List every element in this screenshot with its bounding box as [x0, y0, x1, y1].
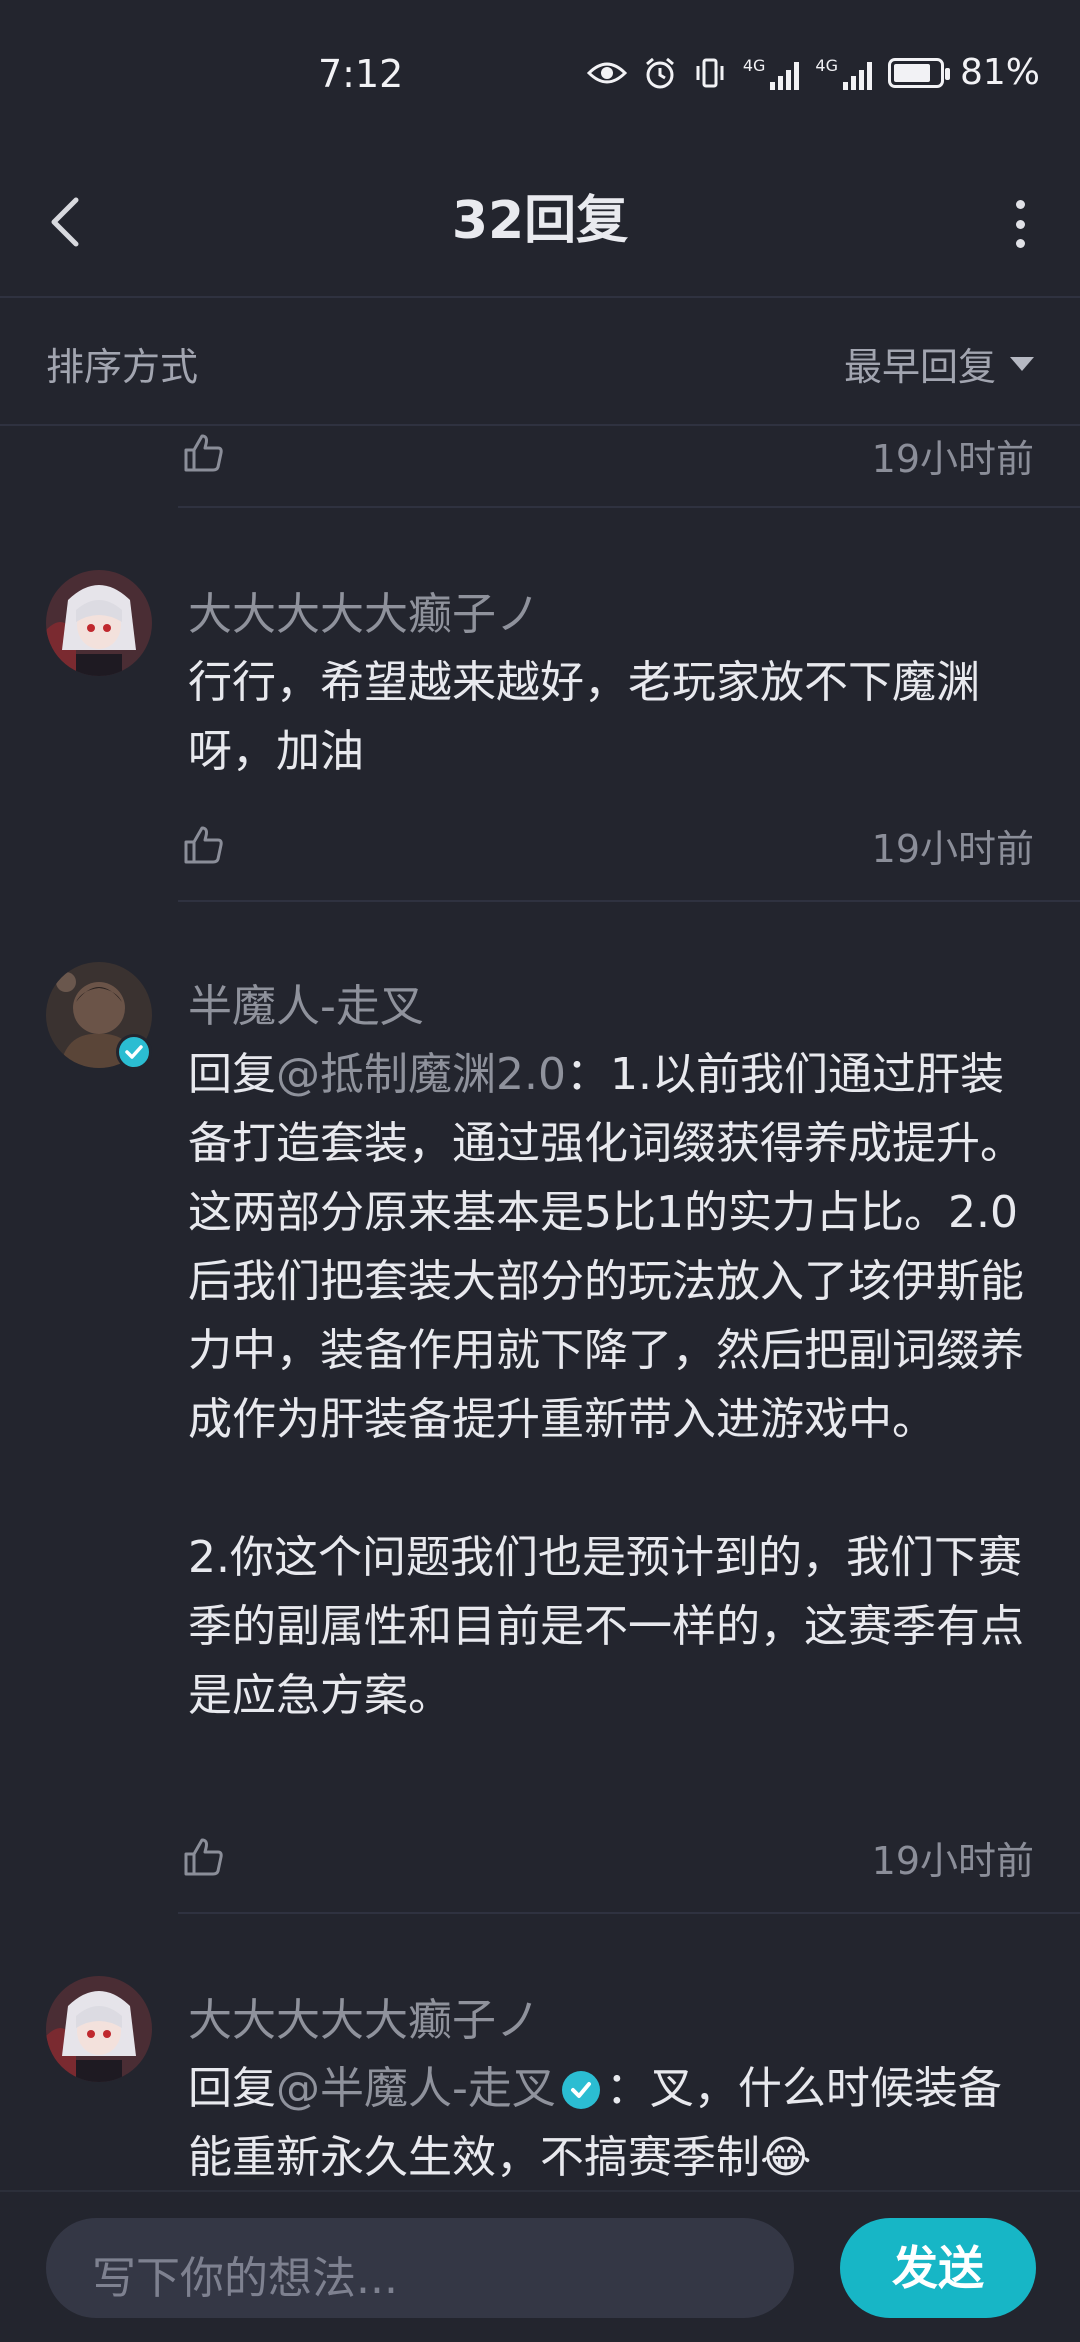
- thumbs-up-icon[interactable]: [182, 430, 226, 474]
- comment-username[interactable]: 大大大大大癫子ノ: [188, 578, 540, 642]
- divider: [178, 1912, 1080, 1914]
- comment-footer-partial: 19小时前: [0, 426, 1080, 506]
- comment-time: 19小时前: [871, 1839, 1034, 1883]
- battery-level: [893, 63, 930, 82]
- send-button[interactable]: 发送: [840, 2218, 1036, 2318]
- caret-down-icon: [1010, 356, 1034, 371]
- network-type-1: 4G: [742, 55, 766, 75]
- alarm-icon: [645, 57, 674, 88]
- comment-item: 大大大大大癫子ノ 回复@半魔人-走叉 ：叉，什么时候装备能重新永久生效，不搞赛季制…: [0, 1966, 1080, 2190]
- cell-signal-2-icon: 4G: [815, 56, 872, 90]
- verified-badge-icon: [561, 2071, 600, 2109]
- divider: [178, 506, 1080, 508]
- verified-badge-icon: [116, 1034, 152, 1070]
- mention-link[interactable]: @半魔人-走叉: [276, 2063, 556, 2114]
- comment-text-paragraph-2: 2.你这个问题我们也是预计到的，我们下赛季的副属性和目前是不一样的，这赛季有点是…: [188, 1532, 1024, 1721]
- nav-bar: 32回复: [0, 150, 1080, 298]
- comment-username[interactable]: 半魔人-走叉: [188, 970, 424, 1034]
- divider: [178, 900, 1080, 902]
- more-options-button[interactable]: [1000, 194, 1040, 254]
- comment-input[interactable]: 写下你的想法...: [46, 2218, 794, 2318]
- comment-time: 19小时前: [871, 827, 1034, 871]
- comment-text: 回复@半魔人-走叉 ：叉，什么时候装备能重新永久生效，不搞赛季制😂: [188, 2054, 1028, 2190]
- reply-prefix: 回复: [188, 2063, 276, 2114]
- dot-icon: [1015, 239, 1025, 248]
- comment-item: 大大大大大癫子ノ 行行，希望越来越好，老玩家放不下魔渊呀，加油 19小时前: [0, 560, 1080, 900]
- sort-label: 排序方式: [46, 345, 199, 389]
- sort-selected: 最早回复: [843, 345, 996, 389]
- network-type-2: 4G: [815, 55, 838, 75]
- composer-bar: 写下你的想法... 发送: [0, 2190, 1080, 2342]
- comment-item: 半魔人-走叉 回复@抵制魔渊2.0：1.以前我们通过肝装备打造套装，通过强化词缀…: [0, 952, 1080, 1912]
- thumbs-up-icon[interactable]: [182, 1834, 226, 1878]
- comment-time: 19小时前: [871, 437, 1034, 481]
- comment-text: 行行，希望越来越好，老玩家放不下魔渊呀，加油: [188, 657, 980, 777]
- avatar-image: [46, 1976, 152, 2082]
- thumbs-up-icon[interactable]: [182, 822, 226, 866]
- avatar[interactable]: [46, 1976, 152, 2082]
- dot-icon: [1015, 200, 1025, 209]
- comment-username[interactable]: 大大大大大癫子ノ: [188, 1984, 540, 2048]
- status-time: 7:12: [318, 52, 404, 96]
- vibrate-icon: [696, 58, 724, 87]
- comment-text: 回复@抵制魔渊2.0：1.以前我们通过肝装备打造套装，通过强化词缀获得养成提升。…: [188, 1040, 1028, 1730]
- page-title: 32回复: [451, 191, 629, 251]
- battery-icon: [887, 57, 950, 88]
- sort-bar: 排序方式 最早回复: [0, 298, 1080, 426]
- avatar[interactable]: [46, 570, 152, 676]
- dot-icon: [1015, 219, 1025, 229]
- reply-prefix: 回复: [188, 1049, 276, 1100]
- mention-link[interactable]: @抵制魔渊2.0: [276, 1049, 566, 1100]
- status-bar: 7:12 4G 4G 81%: [0, 0, 1080, 150]
- avatar-image: [46, 570, 152, 676]
- sort-dropdown[interactable]: 最早回复: [844, 336, 1034, 391]
- comment-text-paragraph-1: ：1.以前我们通过肝装备打造套装，通过强化词缀获得养成提升。这两部分原来基本是5…: [188, 1049, 1024, 1445]
- battery-percent: 81%: [959, 52, 1040, 93]
- status-icons: 4G 4G 81%: [586, 52, 1040, 93]
- cell-signal-1-icon: 4G: [743, 56, 800, 90]
- comment-input-placeholder: 写下你的想法...: [92, 2253, 398, 2304]
- eye-icon: [586, 62, 627, 83]
